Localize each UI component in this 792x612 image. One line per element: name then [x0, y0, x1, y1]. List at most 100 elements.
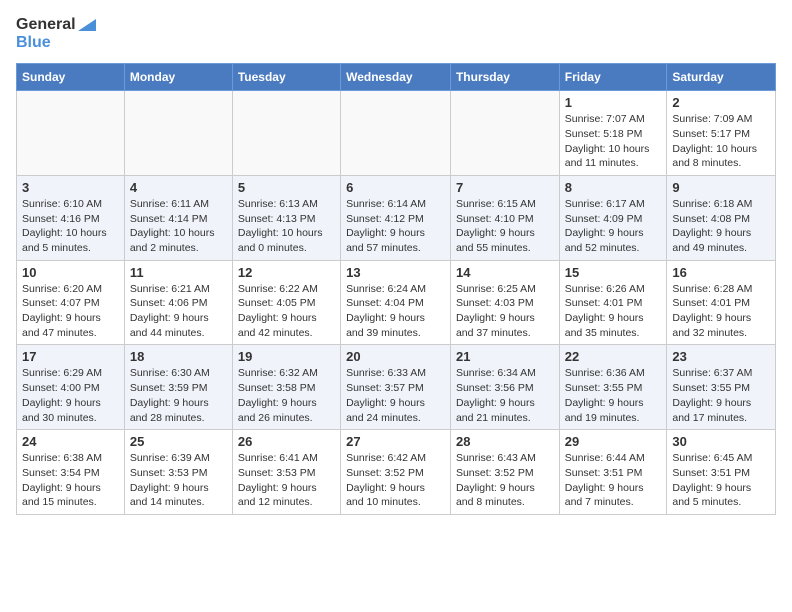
calendar-cell: 12 Sunrise: 6:22 AMSunset: 4:05 PMDaylig…: [232, 260, 340, 345]
calendar-cell: 5 Sunrise: 6:13 AMSunset: 4:13 PMDayligh…: [232, 175, 340, 260]
calendar-cell: 21 Sunrise: 6:34 AMSunset: 3:56 PMDaylig…: [450, 345, 559, 430]
calendar-cell: 19 Sunrise: 6:32 AMSunset: 3:58 PMDaylig…: [232, 345, 340, 430]
day-number: 6: [346, 180, 445, 195]
day-number: 7: [456, 180, 554, 195]
day-info: Sunrise: 6:38 AMSunset: 3:54 PMDaylight:…: [22, 452, 102, 508]
calendar-cell: 1 Sunrise: 7:07 AMSunset: 5:18 PMDayligh…: [559, 91, 667, 176]
day-info: Sunrise: 6:37 AMSunset: 3:55 PMDaylight:…: [672, 367, 752, 423]
day-number: 12: [238, 265, 335, 280]
day-number: 26: [238, 434, 335, 449]
calendar-cell: 11 Sunrise: 6:21 AMSunset: 4:06 PMDaylig…: [124, 260, 232, 345]
col-header-monday: Monday: [124, 64, 232, 91]
day-number: 18: [130, 349, 227, 364]
day-number: 21: [456, 349, 554, 364]
day-number: 5: [238, 180, 335, 195]
logo: General Blue: [16, 16, 98, 51]
calendar-cell: 28 Sunrise: 6:43 AMSunset: 3:52 PMDaylig…: [450, 430, 559, 515]
col-header-saturday: Saturday: [667, 64, 776, 91]
logo-wordmark: General Blue: [16, 16, 98, 51]
calendar-cell: [17, 91, 125, 176]
day-number: 22: [565, 349, 662, 364]
calendar-week-row: 3 Sunrise: 6:10 AMSunset: 4:16 PMDayligh…: [17, 175, 776, 260]
calendar-cell: 16 Sunrise: 6:28 AMSunset: 4:01 PMDaylig…: [667, 260, 776, 345]
calendar-cell: [341, 91, 451, 176]
calendar-cell: 24 Sunrise: 6:38 AMSunset: 3:54 PMDaylig…: [17, 430, 125, 515]
calendar-cell: 10 Sunrise: 6:20 AMSunset: 4:07 PMDaylig…: [17, 260, 125, 345]
day-number: 4: [130, 180, 227, 195]
day-info: Sunrise: 6:18 AMSunset: 4:08 PMDaylight:…: [672, 198, 752, 254]
day-number: 13: [346, 265, 445, 280]
calendar-cell: 23 Sunrise: 6:37 AMSunset: 3:55 PMDaylig…: [667, 345, 776, 430]
day-number: 15: [565, 265, 662, 280]
logo-general-text: General: [16, 16, 76, 33]
day-info: Sunrise: 6:41 AMSunset: 3:53 PMDaylight:…: [238, 452, 318, 508]
calendar-cell: 29 Sunrise: 6:44 AMSunset: 3:51 PMDaylig…: [559, 430, 667, 515]
col-header-friday: Friday: [559, 64, 667, 91]
day-number: 16: [672, 265, 770, 280]
day-number: 11: [130, 265, 227, 280]
calendar-cell: 6 Sunrise: 6:14 AMSunset: 4:12 PMDayligh…: [341, 175, 451, 260]
day-number: 19: [238, 349, 335, 364]
day-info: Sunrise: 6:15 AMSunset: 4:10 PMDaylight:…: [456, 198, 536, 254]
calendar-cell: 27 Sunrise: 6:42 AMSunset: 3:52 PMDaylig…: [341, 430, 451, 515]
calendar-week-row: 1 Sunrise: 7:07 AMSunset: 5:18 PMDayligh…: [17, 91, 776, 176]
calendar-cell: 15 Sunrise: 6:26 AMSunset: 4:01 PMDaylig…: [559, 260, 667, 345]
day-info: Sunrise: 6:34 AMSunset: 3:56 PMDaylight:…: [456, 367, 536, 423]
day-info: Sunrise: 6:20 AMSunset: 4:07 PMDaylight:…: [22, 283, 102, 339]
page-header: General Blue: [16, 16, 776, 51]
col-header-tuesday: Tuesday: [232, 64, 340, 91]
day-number: 30: [672, 434, 770, 449]
day-number: 10: [22, 265, 119, 280]
calendar-cell: 4 Sunrise: 6:11 AMSunset: 4:14 PMDayligh…: [124, 175, 232, 260]
calendar-cell: [124, 91, 232, 176]
day-number: 28: [456, 434, 554, 449]
logo-blue-text: Blue: [16, 34, 51, 51]
calendar-table: SundayMondayTuesdayWednesdayThursdayFrid…: [16, 63, 776, 515]
calendar-cell: 9 Sunrise: 6:18 AMSunset: 4:08 PMDayligh…: [667, 175, 776, 260]
day-number: 2: [672, 95, 770, 110]
day-info: Sunrise: 6:14 AMSunset: 4:12 PMDaylight:…: [346, 198, 426, 254]
day-info: Sunrise: 6:28 AMSunset: 4:01 PMDaylight:…: [672, 283, 752, 339]
calendar-cell: 14 Sunrise: 6:25 AMSunset: 4:03 PMDaylig…: [450, 260, 559, 345]
day-info: Sunrise: 6:25 AMSunset: 4:03 PMDaylight:…: [456, 283, 536, 339]
day-info: Sunrise: 6:10 AMSunset: 4:16 PMDaylight:…: [22, 198, 107, 254]
day-info: Sunrise: 6:42 AMSunset: 3:52 PMDaylight:…: [346, 452, 426, 508]
day-info: Sunrise: 6:30 AMSunset: 3:59 PMDaylight:…: [130, 367, 210, 423]
day-info: Sunrise: 6:26 AMSunset: 4:01 PMDaylight:…: [565, 283, 645, 339]
calendar-cell: 17 Sunrise: 6:29 AMSunset: 4:00 PMDaylig…: [17, 345, 125, 430]
day-info: Sunrise: 6:44 AMSunset: 3:51 PMDaylight:…: [565, 452, 645, 508]
day-number: 23: [672, 349, 770, 364]
calendar-week-row: 24 Sunrise: 6:38 AMSunset: 3:54 PMDaylig…: [17, 430, 776, 515]
day-number: 25: [130, 434, 227, 449]
day-info: Sunrise: 6:33 AMSunset: 3:57 PMDaylight:…: [346, 367, 426, 423]
col-header-thursday: Thursday: [450, 64, 559, 91]
col-header-sunday: Sunday: [17, 64, 125, 91]
col-header-wednesday: Wednesday: [341, 64, 451, 91]
day-number: 27: [346, 434, 445, 449]
day-number: 14: [456, 265, 554, 280]
day-number: 20: [346, 349, 445, 364]
day-info: Sunrise: 6:32 AMSunset: 3:58 PMDaylight:…: [238, 367, 318, 423]
day-info: Sunrise: 7:07 AMSunset: 5:18 PMDaylight:…: [565, 113, 650, 169]
calendar-cell: [232, 91, 340, 176]
day-info: Sunrise: 6:43 AMSunset: 3:52 PMDaylight:…: [456, 452, 536, 508]
day-number: 8: [565, 180, 662, 195]
logo-triangle-icon: [78, 19, 96, 31]
calendar-cell: 22 Sunrise: 6:36 AMSunset: 3:55 PMDaylig…: [559, 345, 667, 430]
calendar-cell: 26 Sunrise: 6:41 AMSunset: 3:53 PMDaylig…: [232, 430, 340, 515]
day-info: Sunrise: 6:45 AMSunset: 3:51 PMDaylight:…: [672, 452, 752, 508]
day-number: 29: [565, 434, 662, 449]
calendar-week-row: 10 Sunrise: 6:20 AMSunset: 4:07 PMDaylig…: [17, 260, 776, 345]
day-info: Sunrise: 6:39 AMSunset: 3:53 PMDaylight:…: [130, 452, 210, 508]
calendar-cell: 25 Sunrise: 6:39 AMSunset: 3:53 PMDaylig…: [124, 430, 232, 515]
day-number: 1: [565, 95, 662, 110]
day-info: Sunrise: 6:29 AMSunset: 4:00 PMDaylight:…: [22, 367, 102, 423]
calendar-cell: [450, 91, 559, 176]
day-info: Sunrise: 6:36 AMSunset: 3:55 PMDaylight:…: [565, 367, 645, 423]
day-info: Sunrise: 6:24 AMSunset: 4:04 PMDaylight:…: [346, 283, 426, 339]
calendar-cell: 7 Sunrise: 6:15 AMSunset: 4:10 PMDayligh…: [450, 175, 559, 260]
calendar-cell: 18 Sunrise: 6:30 AMSunset: 3:59 PMDaylig…: [124, 345, 232, 430]
calendar-cell: 8 Sunrise: 6:17 AMSunset: 4:09 PMDayligh…: [559, 175, 667, 260]
day-number: 24: [22, 434, 119, 449]
day-number: 9: [672, 180, 770, 195]
